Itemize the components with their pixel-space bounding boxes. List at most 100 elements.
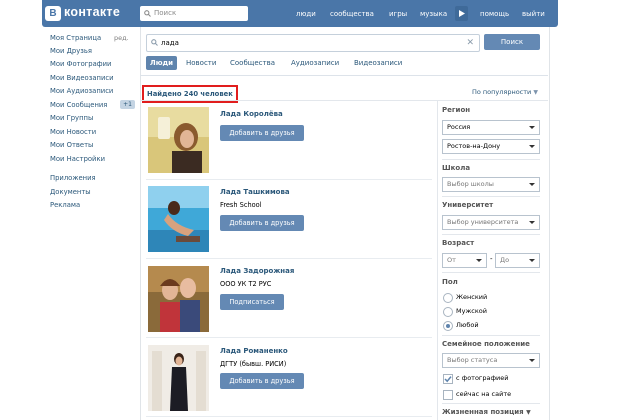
age-from-select[interactable]: От (442, 253, 487, 268)
sidebar-item-documents[interactable]: Документы (50, 188, 91, 197)
chevron-down-icon (529, 359, 535, 362)
tab-video[interactable]: Видеозаписи (354, 56, 402, 70)
avatar[interactable] (148, 345, 209, 411)
search-query: лада (161, 39, 179, 47)
row-divider (146, 258, 432, 259)
chevron-down-icon (529, 145, 535, 148)
chevron-down-icon (529, 183, 535, 186)
sidebar-item-settings[interactable]: Мои Настройки (50, 155, 105, 164)
checkmark-icon (444, 376, 452, 383)
chevron-down-icon (529, 126, 535, 129)
sidebar-item-news[interactable]: Мои Новости (50, 128, 96, 137)
messages-badge[interactable]: +1 (120, 100, 135, 109)
with-photo-label[interactable]: с фотографией (456, 373, 508, 383)
person-name[interactable]: Лада Задорожная (220, 266, 294, 276)
nav-games[interactable]: игры (389, 9, 407, 19)
country-value: Россия (447, 123, 471, 131)
sort-dropdown[interactable]: По популярности ▼ (472, 88, 538, 97)
avatar[interactable] (148, 266, 209, 332)
top-search-input[interactable]: Поиск (140, 6, 248, 21)
university-placeholder: Выбор университета (447, 218, 519, 226)
sidebar-edit-link[interactable]: ред. (114, 34, 129, 43)
tab-communities[interactable]: Сообщества (230, 56, 275, 70)
gender-male-radio[interactable] (443, 307, 453, 317)
person-name[interactable]: Лада Королёва (220, 109, 283, 119)
vk-logo[interactable]: В контакте (45, 4, 145, 23)
subscribe-button[interactable]: Подписаться (220, 294, 284, 310)
tab-audio[interactable]: Аудиозаписи (291, 56, 339, 70)
gender-male-label[interactable]: Мужской (456, 306, 487, 316)
filter-divider (442, 403, 540, 404)
search-icon (151, 39, 158, 46)
sidebar-item-ads[interactable]: Реклама (50, 201, 80, 210)
sidebar-item-photos[interactable]: Мои Фотографии (50, 60, 111, 69)
chevron-down-icon (476, 259, 482, 262)
person-name[interactable]: Лада Ташкимова (220, 187, 290, 197)
tab-people[interactable]: Люди (146, 56, 177, 70)
person-school: Fresh School (220, 201, 262, 209)
person-work: ООО УК Т2 РУС (220, 280, 272, 288)
play-icon (459, 10, 465, 17)
filter-gender-label: Пол (442, 278, 458, 286)
chevron-down-icon (529, 259, 535, 262)
search-icon (144, 10, 151, 17)
sidebar-item-videos[interactable]: Мои Видеозаписи (50, 74, 114, 83)
avatar[interactable] (148, 107, 209, 173)
sidebar-item-friends[interactable]: Мои Друзья (50, 47, 92, 56)
city-select[interactable]: Ростов-на-Дону (442, 139, 540, 154)
results-divider (140, 100, 548, 101)
search-button[interactable]: Поиск (484, 34, 540, 50)
avatar[interactable] (148, 186, 209, 252)
age-to-select[interactable]: До (495, 253, 540, 268)
filter-university-label: Университет (442, 201, 494, 209)
nav-communities[interactable]: сообщества (330, 9, 374, 19)
top-search-placeholder: Поиск (154, 9, 177, 17)
filter-divider (442, 272, 540, 273)
gender-any-label[interactable]: Любой (456, 320, 479, 330)
row-divider (146, 416, 432, 417)
add-friend-button[interactable]: Добавить в друзья (220, 215, 304, 231)
person-name[interactable]: Лада Романенко (220, 346, 288, 356)
add-friend-button[interactable]: Добавить в друзья (220, 373, 304, 389)
music-play-button[interactable] (455, 6, 468, 21)
marital-placeholder: Выбор статуса (447, 356, 498, 364)
sidebar-item-answers[interactable]: Мои Ответы (50, 141, 93, 150)
nav-help[interactable]: помощь (480, 9, 509, 19)
filter-divider (442, 234, 540, 235)
sidebar-item-my-page[interactable]: Моя Страница (50, 34, 101, 43)
chevron-down-icon: ▼ (533, 89, 538, 96)
sidebar-item-groups[interactable]: Мои Группы (50, 114, 93, 123)
gender-female-radio[interactable] (443, 293, 453, 303)
with-photo-checkbox[interactable] (443, 374, 453, 384)
search-input[interactable]: лада ✕ (146, 34, 480, 52)
filter-divider (442, 196, 540, 197)
row-divider (146, 179, 432, 180)
school-placeholder: Выбор школы (447, 180, 494, 188)
university-select[interactable]: Выбор университета (442, 215, 540, 230)
gender-female-label[interactable]: Женский (456, 292, 487, 302)
filter-age-label: Возраст (442, 239, 475, 247)
sidebar-item-messages[interactable]: Мои Сообщения (50, 101, 107, 110)
school-select[interactable]: Выбор школы (442, 177, 540, 192)
gender-any-radio[interactable] (443, 321, 453, 331)
sidebar-item-audio[interactable]: Мои Аудиозаписи (50, 87, 113, 96)
person-university: ДГТУ (бывш. РИСИ) (220, 360, 287, 368)
sort-label: По популярности (472, 88, 532, 96)
filter-marital-label: Семейное положение (442, 340, 530, 348)
tabs-divider (140, 75, 548, 76)
country-select[interactable]: Россия (442, 120, 540, 135)
age-from-value: От (447, 256, 456, 264)
sidebar-item-apps[interactable]: Приложения (50, 174, 96, 183)
online-now-label[interactable]: сейчас на сайте (456, 389, 511, 399)
marital-select[interactable]: Выбор статуса (442, 353, 540, 368)
tab-news[interactable]: Новости (186, 56, 216, 70)
row-divider (146, 337, 432, 338)
nav-logout[interactable]: выйти (522, 9, 545, 19)
clear-icon[interactable]: ✕ (466, 38, 474, 48)
online-now-checkbox[interactable] (443, 390, 453, 400)
nav-people[interactable]: люди (296, 9, 316, 19)
position-dropdown[interactable]: Жизненная позиция ▼ (442, 407, 531, 418)
filter-divider (442, 159, 540, 160)
nav-music[interactable]: музыка (420, 9, 447, 19)
add-friend-button[interactable]: Добавить в друзья (220, 125, 304, 141)
